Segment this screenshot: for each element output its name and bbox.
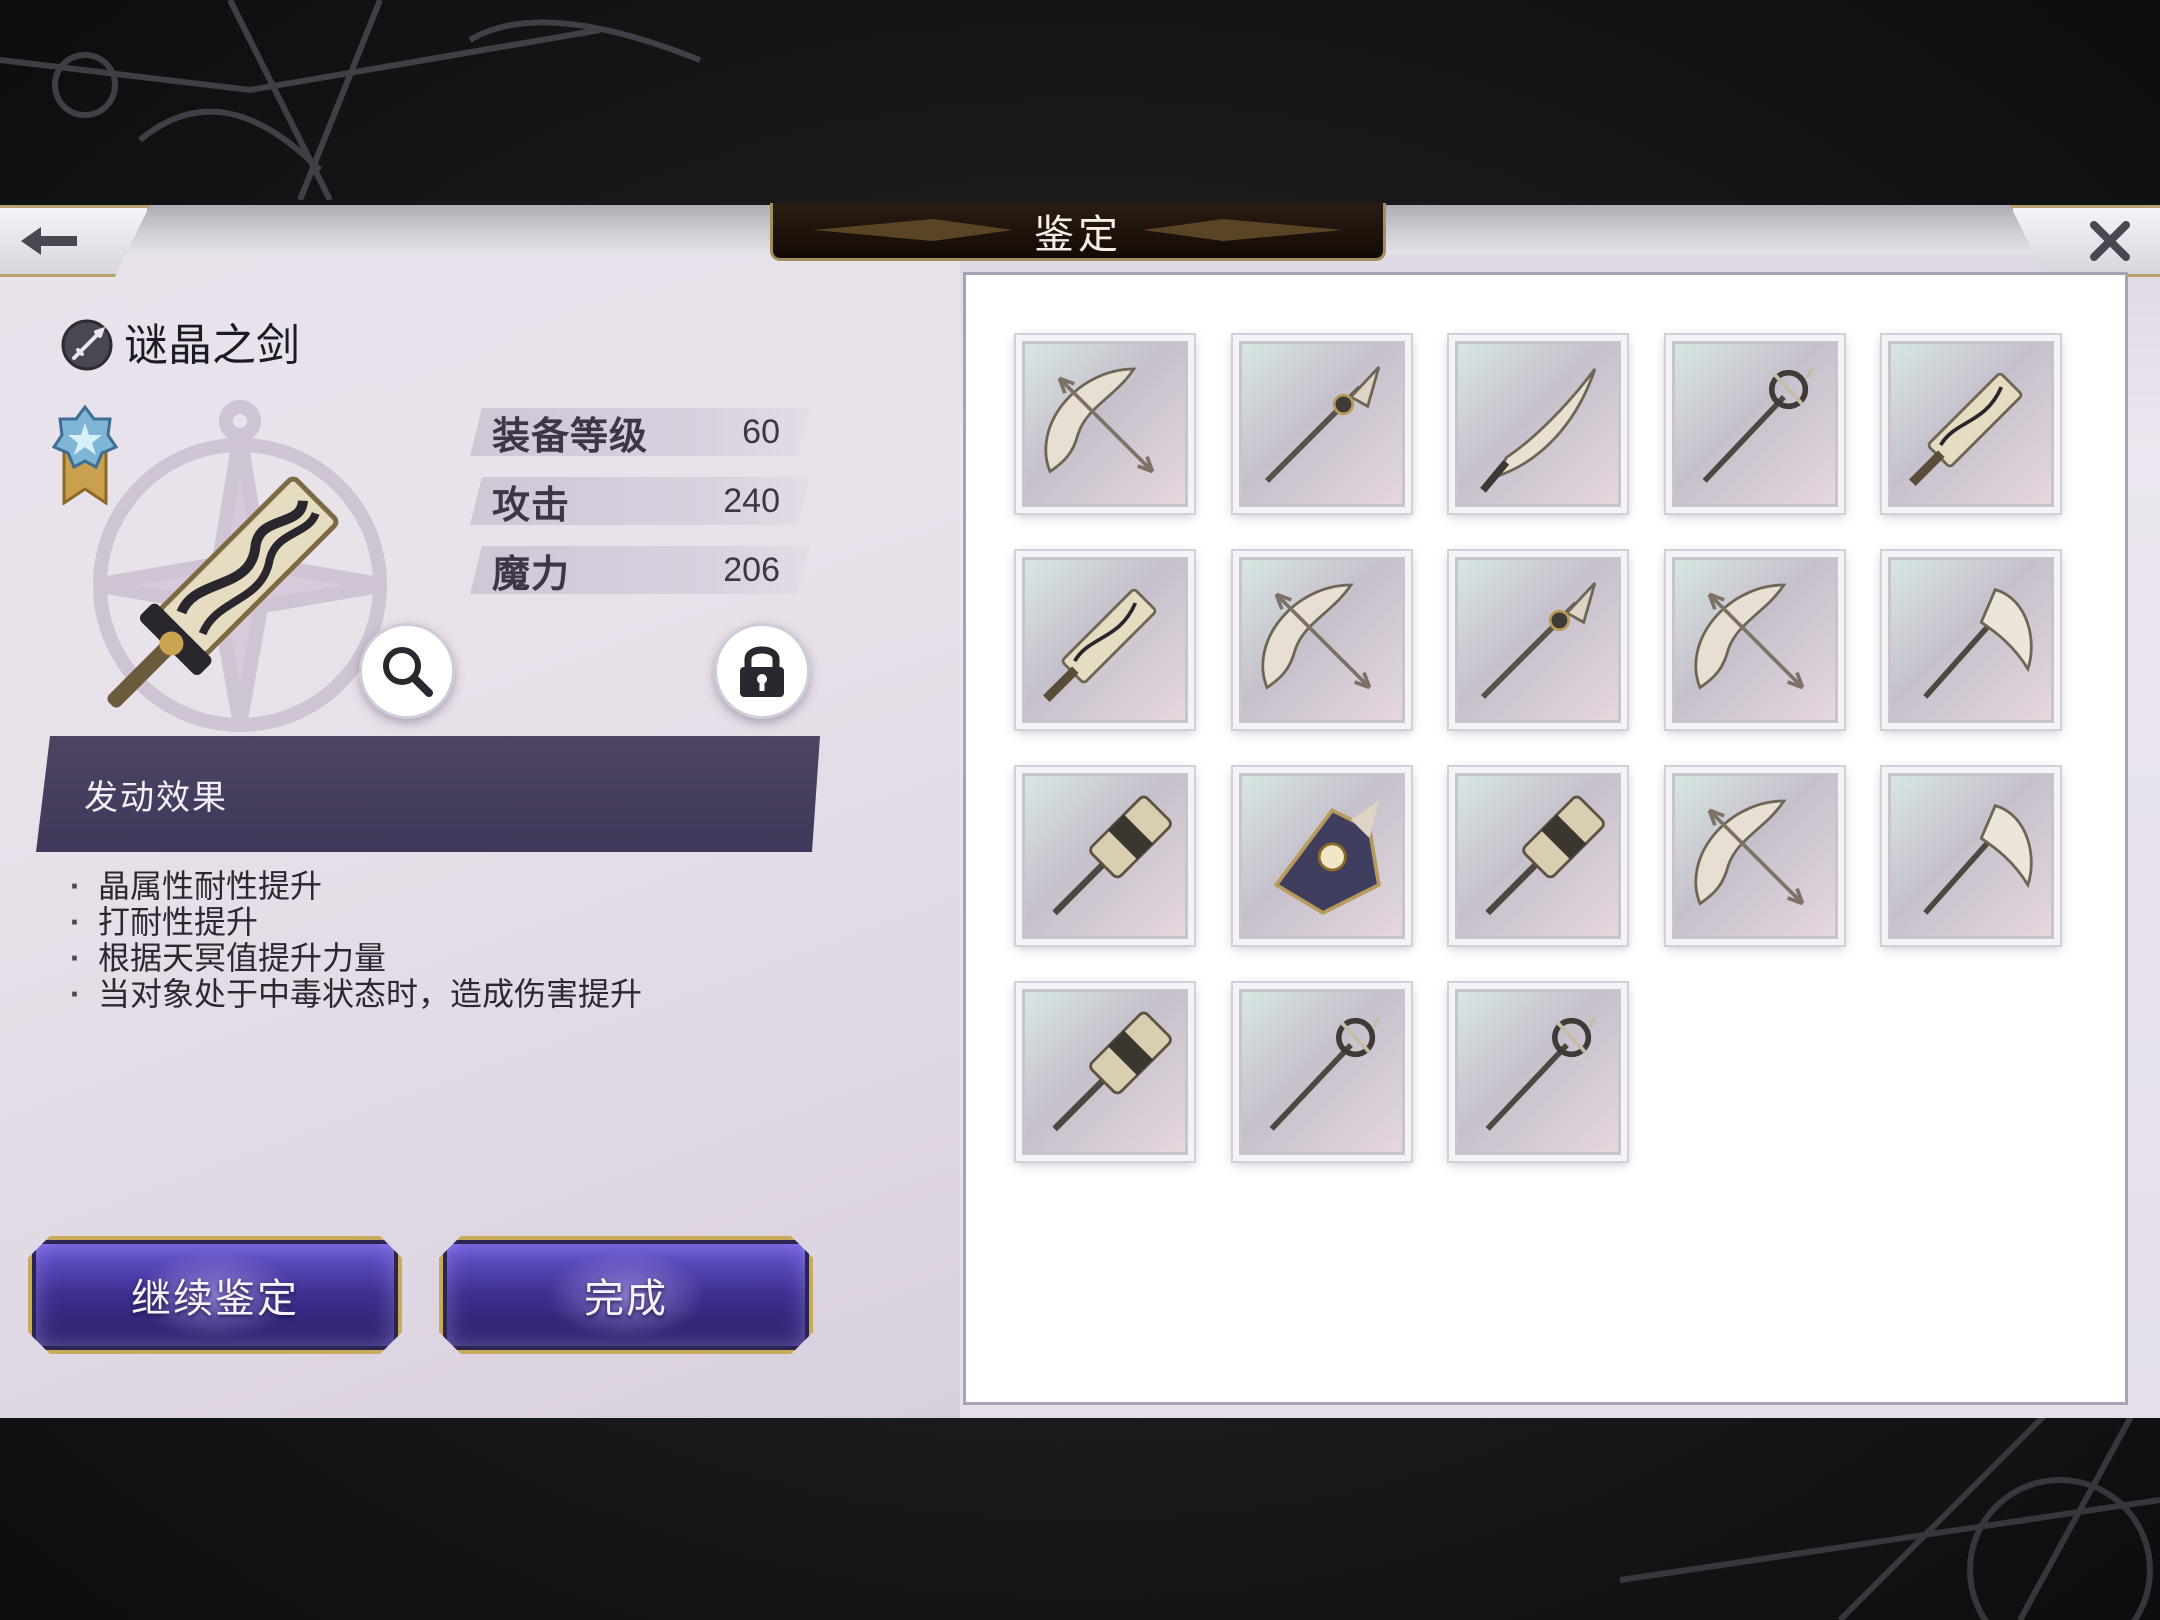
stat-label: 装备等级 [492,415,649,458]
weapon-slot-axe[interactable] [1880,549,2062,731]
close-icon [2090,221,2130,261]
bow-icon [1693,799,1804,906]
stat-value: 206 [723,550,780,589]
weapon-slot-gauntlet[interactable] [1230,765,1413,947]
hammer-icon [1052,1011,1172,1132]
weapon-slot-axe[interactable] [1880,765,2062,947]
hammer-icon [1052,795,1172,916]
back-arrow-icon [21,227,77,255]
axe-icon [1923,587,2033,699]
stat-label: 攻击 [492,484,571,527]
axe-icon [1923,803,2033,915]
stat-row-magic: 魔力 206 [470,546,810,594]
bow-icon [1693,583,1804,690]
weapon-slot-sword[interactable] [1447,333,1629,515]
page-title: 鉴定 [1034,212,1122,257]
continue-appraisal-button[interactable]: 继续鉴定 [28,1236,402,1354]
title-banner: 鉴定 [770,203,1386,261]
item-name: 谜晶之剑 [124,321,300,370]
done-button[interactable]: 完成 [439,1236,813,1354]
stat-label: 魔力 [492,553,571,596]
effect-title: 发动效果 [84,778,228,817]
stat-value: 240 [723,481,780,520]
weapon-slot-hammer[interactable] [1447,765,1629,947]
bow-icon [1044,367,1155,474]
weapon-slot-spear[interactable] [1447,549,1629,731]
weapon-slot-staff[interactable] [1447,981,1629,1163]
effect-line: 根据天冥值提升力量 [70,940,890,976]
sword-icon [61,319,113,371]
gauntlet-icon [1273,800,1381,916]
spear-icon [1264,366,1380,483]
weapon-grid-panel [963,272,2128,1405]
stat-value: 60 [742,412,780,451]
effect-line: 打耐性提升 [70,904,890,940]
staff-icon [1702,368,1814,483]
stat-row-attack: 攻击 240 [470,477,810,525]
background-ornament-bottom [1619,1400,2160,1620]
hammer-icon [1485,795,1605,916]
lock-icon [740,646,784,697]
weapon-slot-bow[interactable] [1014,333,1196,515]
greatsword-icon [1909,372,2023,486]
weapon-art-greatsword [107,476,339,708]
effect-list: 晶属性耐性提升 打耐性提升 根据天冥值提升力量 当对象处于中毒状态时，造成伤害提… [70,868,890,1012]
staff-icon [1485,1016,1597,1131]
weapon-slot-bow[interactable] [1663,765,1846,947]
title-ornament-right [1143,219,1343,241]
weapon-slot-hammer[interactable] [1014,981,1196,1163]
staff-icon [1269,1016,1381,1131]
effect-line: 晶属性耐性提升 [70,868,890,904]
effect-header: 发动效果 [36,736,820,852]
stat-row-level: 装备等级 60 [470,408,810,456]
bow-icon [1260,583,1371,690]
button-label: 继续鉴定 [131,1277,299,1321]
weapon-slot-bow[interactable] [1663,549,1846,731]
zoom-button[interactable] [359,623,455,719]
effect-line: 当对象处于中毒状态时，造成伤害提升 [70,976,890,1012]
weapon-slot-staff[interactable] [1230,981,1413,1163]
greatsword-icon [1043,588,1157,702]
weapon-slot-hammer[interactable] [1014,765,1196,947]
weapon-slot-greatsword[interactable] [1014,549,1196,731]
sword-icon [1480,368,1597,493]
magnifier-icon [383,647,433,697]
lock-button[interactable] [714,623,810,719]
title-ornament-left [813,219,1013,241]
weapon-slot-greatsword[interactable] [1880,333,2062,515]
weapon-slot-bow[interactable] [1230,549,1413,731]
weapon-slot-staff[interactable] [1663,333,1846,515]
weapon-slot-spear[interactable] [1230,333,1413,515]
button-label: 完成 [584,1277,668,1321]
background-ornament-top [0,0,702,200]
spear-icon [1480,582,1597,699]
